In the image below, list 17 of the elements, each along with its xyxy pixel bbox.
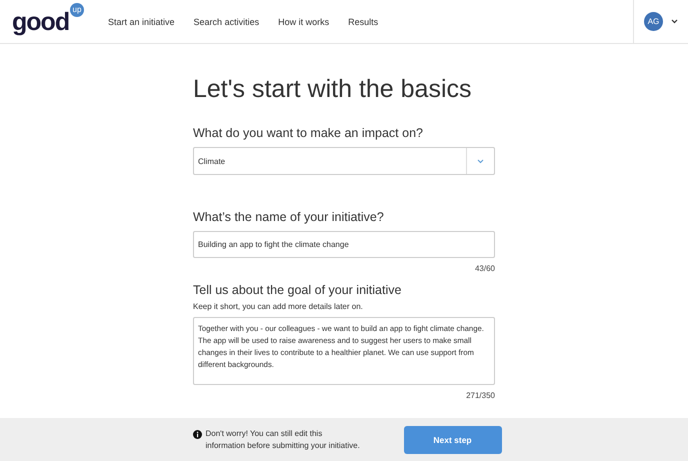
- logo[interactable]: good: [12, 4, 70, 40]
- field-label: Tell us about the goal of your initiative: [193, 283, 402, 297]
- nav-link[interactable]: How it works: [278, 16, 330, 26]
- nav-link[interactable]: Search activities: [194, 16, 260, 26]
- user-avatar[interactable]: AG: [644, 12, 663, 31]
- hint-text: Keep it short, you can add more details later on.: [193, 302, 364, 311]
- nav-link[interactable]: Results: [348, 16, 378, 26]
- page-title: Let's start with the basics: [193, 74, 473, 104]
- impact-dropdown[interactable]: Climate: [193, 147, 495, 175]
- field-label: What’s the name of your initiative?: [193, 210, 385, 224]
- logo-badge: up: [70, 2, 84, 16]
- name-input-field[interactable]: Building an app to fight the climate change: [193, 231, 495, 258]
- nav-link[interactable]: Start an initiative: [108, 16, 175, 26]
- notice-text: Don't worry! You can still edit this information before submitting your initiative.: [206, 428, 360, 452]
- character-counter: 43/60: [474, 264, 495, 273]
- character-counter: 271/350: [466, 391, 495, 400]
- field-label: What do you want to make an impact on?: [193, 126, 424, 140]
